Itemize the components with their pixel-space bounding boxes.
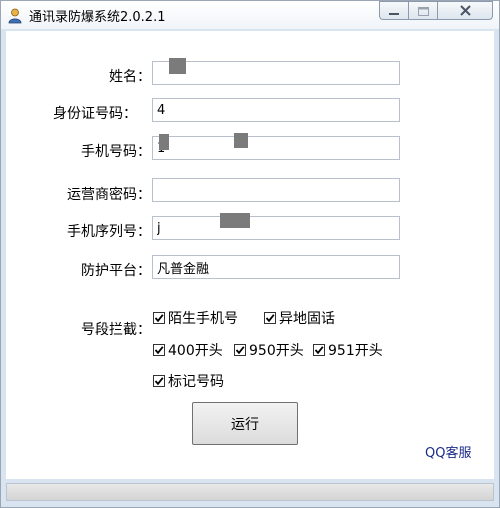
stranger-mobile-checkbox[interactable]: 陌生手机号 — [153, 308, 238, 328]
remote-landline-checkbox[interactable]: 异地固话 — [264, 308, 335, 328]
protection-platform-label: 防护平台： — [81, 263, 151, 279]
qq-service-link[interactable]: QQ客服 — [425, 442, 471, 461]
checkmark-icon — [153, 344, 165, 356]
window-title: 通讯录防爆系统2.0.2.1 — [29, 10, 166, 25]
number-blocking-label: 号段拦截： — [81, 322, 151, 338]
checkmark-icon — [313, 344, 325, 356]
checkmark-icon — [153, 375, 165, 387]
checkmark-icon — [264, 312, 276, 324]
maximize-button[interactable] — [408, 1, 438, 20]
person-icon — [8, 8, 22, 24]
run-button[interactable]: 运行 — [192, 402, 298, 445]
client-area: 姓名： 身份证号码： 手机号码： 运营商密码： 手机序列号： 防护平台： 号段拦… — [6, 31, 494, 479]
minimize-button[interactable] — [379, 1, 409, 20]
minimize-icon — [389, 1, 399, 20]
title-bar[interactable]: 通讯录防爆系统2.0.2.1 — [1, 1, 499, 29]
id-number-input[interactable] — [152, 98, 400, 122]
status-bar — [6, 483, 494, 501]
phone-serial-input[interactable] — [152, 216, 400, 240]
phone-number-input[interactable] — [152, 136, 400, 160]
prefix-400-checkbox[interactable]: 400开头 — [153, 340, 223, 360]
close-button[interactable] — [437, 1, 493, 20]
close-icon — [459, 1, 471, 20]
name-input[interactable] — [152, 61, 400, 85]
redaction-block — [159, 134, 169, 150]
checkmark-icon — [153, 312, 165, 324]
protection-platform-input[interactable] — [152, 255, 400, 279]
carrier-password-input[interactable] — [152, 178, 400, 202]
app-window: 通讯录防爆系统2.0.2.1 姓名： 身份证号码： 手机号码： — [0, 0, 500, 508]
prefix-950-checkbox[interactable]: 950开头 — [234, 340, 304, 360]
id-number-label: 身份证号码： — [53, 106, 137, 122]
phone-serial-label: 手机序列号： — [67, 224, 151, 240]
carrier-password-label: 运营商密码： — [67, 187, 151, 203]
phone-number-label: 手机号码： — [81, 144, 151, 160]
redaction-block — [220, 213, 250, 228]
redaction-block — [169, 58, 186, 74]
marked-number-checkbox[interactable]: 标记号码 — [153, 371, 224, 391]
prefix-951-checkbox[interactable]: 951开头 — [313, 340, 383, 360]
redaction-block — [234, 133, 248, 148]
checkmark-icon — [234, 344, 246, 356]
maximize-icon — [417, 1, 429, 20]
name-label: 姓名： — [109, 69, 151, 85]
